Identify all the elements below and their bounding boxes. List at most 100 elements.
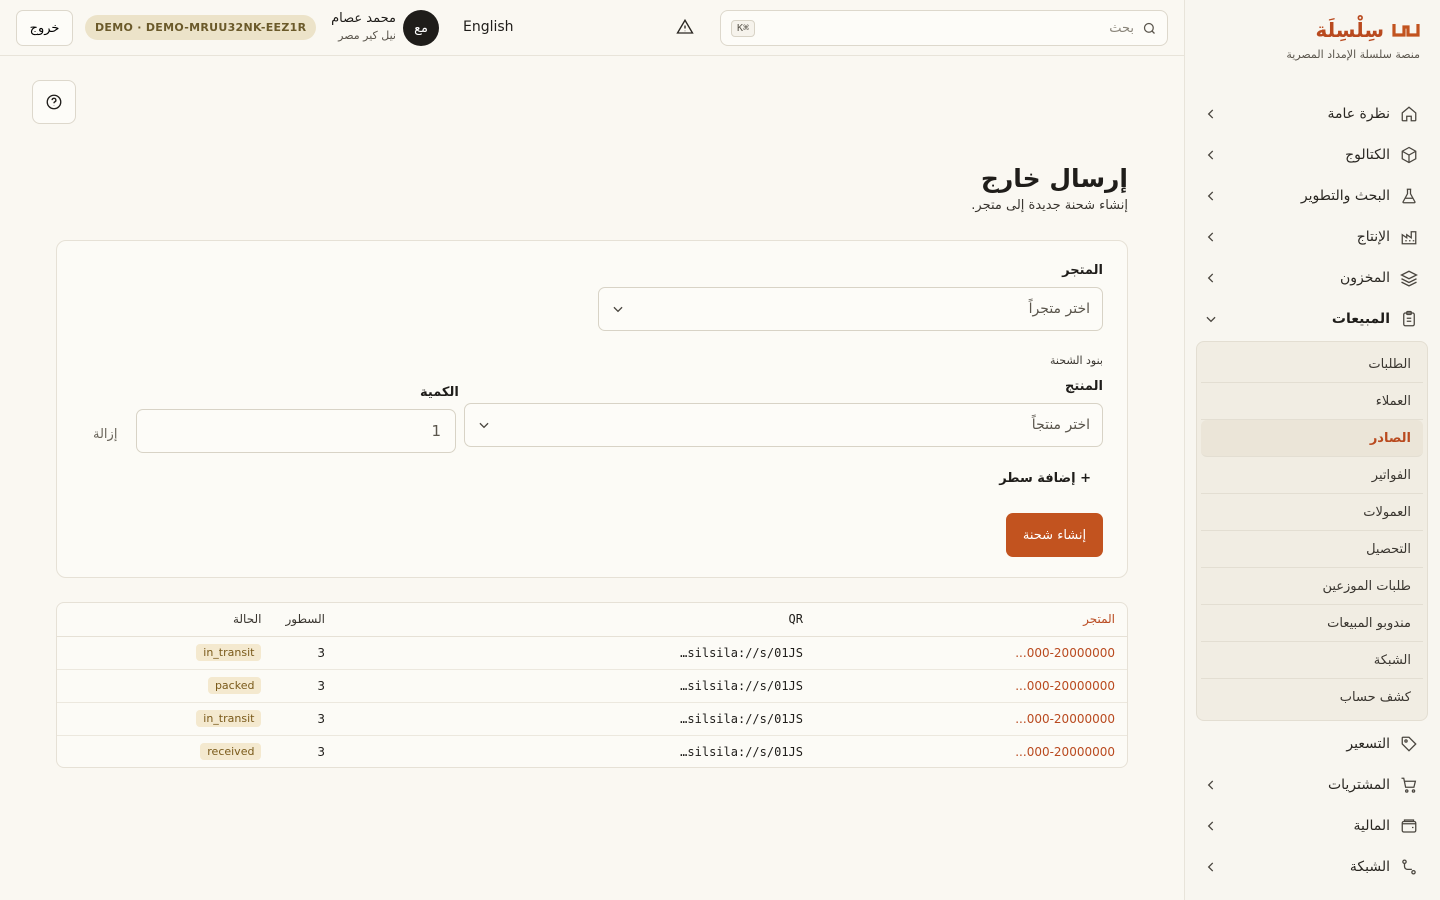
clipboard-icon — [1403, 310, 1415, 326]
brand-logo-icon — [1392, 24, 1420, 37]
user-org: نيل كير مصر — [338, 29, 396, 42]
warning-icon[interactable] — [676, 18, 694, 36]
chevron-down-icon — [613, 306, 623, 313]
cell-lines: 3 — [273, 669, 337, 703]
cell-qr: silsila://s/01JS… — [680, 744, 803, 759]
search-box[interactable]: بحث ⌘K — [720, 10, 1168, 46]
cell-store[interactable]: 000-20000000... — [815, 669, 1127, 703]
flask-icon — [1402, 188, 1416, 203]
sidebar-item-catalog[interactable]: الكتالوج — [1196, 134, 1428, 175]
sidebar-item-sales[interactable]: المبيعات — [1196, 298, 1428, 339]
sidebar-item-rnd[interactable]: البحث والتطوير — [1196, 175, 1428, 216]
table-row[interactable]: 000-20000000... silsila://s/01JS… 3 in_t… — [57, 636, 1127, 670]
chevron-left-icon — [1207, 272, 1214, 283]
store-label: المتجر — [1062, 263, 1103, 278]
status-badge: packed — [207, 677, 262, 694]
cell-status: in_transit — [57, 702, 274, 736]
create-shipment-button[interactable]: إنشاء شحنة — [1006, 513, 1103, 557]
sidebar-item-pricing[interactable]: التسعير — [1196, 723, 1428, 764]
product-select[interactable]: اختر منتجاً — [464, 403, 1103, 447]
network-icon — [1402, 858, 1416, 875]
cart-icon — [1401, 777, 1417, 793]
shipments-table: المتجر QR السطور الحالة 000-20000000... … — [56, 602, 1128, 768]
language-toggle[interactable]: English — [463, 19, 514, 35]
subnav-item-distributor-orders[interactable]: طلبات الموزعين — [1201, 568, 1423, 605]
topbar: بحث ⌘K English مع محمد عصام نيل كير مصر … — [0, 0, 1184, 56]
chevron-down-icon — [479, 422, 489, 429]
cell-lines: 3 — [273, 636, 337, 670]
box-icon — [1401, 146, 1417, 163]
table-row[interactable]: 000-20000000... silsila://s/01JS… 3 rece… — [57, 735, 1127, 767]
cell-status: in_transit — [57, 636, 274, 670]
sidebar-item-label: المخزون — [1339, 269, 1390, 286]
cell-status: packed — [57, 669, 274, 703]
cell-store[interactable]: 000-20000000... — [815, 702, 1127, 736]
quantity-input[interactable] — [136, 409, 456, 453]
subnav-item-collection[interactable]: التحصيل — [1201, 531, 1423, 568]
brand-subtitle: منصة سلسلة الإمداد المصرية — [1286, 48, 1420, 61]
status-badge: in_transit — [196, 710, 262, 727]
sidebar-item-label: الكتالوج — [1345, 146, 1390, 163]
cell-qr: silsila://s/01JS… — [337, 669, 815, 703]
store-select-placeholder: اختر متجراً — [1028, 301, 1090, 317]
sidebar-item-overview[interactable]: نظرة عامة — [1196, 93, 1428, 134]
subnav-item-sales-reps[interactable]: مندوبو المبيعات — [1201, 605, 1423, 642]
table-row[interactable]: 000-20000000... silsila://s/01JS… 3 pack… — [57, 669, 1127, 703]
sales-subnav: الطلبات العملاء الصادر الفواتير العمولات… — [1196, 341, 1428, 721]
avatar[interactable]: مع — [403, 10, 439, 46]
help-circle-icon — [46, 94, 62, 110]
add-line-button[interactable]: + إضافة سطر — [999, 471, 1091, 486]
cell-store[interactable]: 000-20000000... — [815, 636, 1127, 670]
chevron-left-icon — [1207, 108, 1214, 119]
factory-icon — [1401, 230, 1417, 244]
subnav-item-orders[interactable]: الطلبات — [1201, 346, 1423, 383]
column-header-lines: السطور — [273, 603, 337, 637]
demo-badge: DEMO · DEMO-MRUU32NK-EEZ1R — [85, 15, 317, 40]
column-header-store: المتجر — [815, 603, 1127, 637]
cell-qr: silsila://s/01JS… — [337, 636, 815, 670]
user-name: محمد عصام — [331, 11, 396, 26]
sidebar-item-label: الإنتاج — [1356, 228, 1390, 245]
table-row[interactable]: 000-20000000... silsila://s/01JS… 3 in_t… — [57, 702, 1127, 736]
user-info: محمد عصام نيل كير مصر — [324, 11, 396, 42]
subnav-item-commissions[interactable]: العمولات — [1201, 494, 1423, 531]
search-input[interactable]: بحث — [755, 21, 1134, 36]
sidebar-item-production[interactable]: الإنتاج — [1196, 216, 1428, 257]
sidebar-nav: نظرة عامة الكتالوج البحث والتطوير الإنتا… — [1196, 93, 1428, 887]
sidebar-item-label: البحث والتطوير — [1300, 187, 1390, 204]
chevron-left-icon — [1207, 231, 1214, 242]
sidebar-item-inventory[interactable]: المخزون — [1196, 257, 1428, 298]
cell-store[interactable]: 000-20000000... — [815, 735, 1127, 767]
layers-icon — [1400, 270, 1418, 287]
logout-button[interactable]: خروج — [16, 10, 73, 46]
column-header-status: الحالة — [57, 603, 274, 637]
table-header-row: المتجر QR السطور الحالة — [57, 603, 1127, 637]
sidebar-item-purchases[interactable]: المشتريات — [1196, 764, 1428, 805]
brand-name: سِلْسِلَة — [1315, 18, 1384, 42]
sidebar-item-label: المالية — [1353, 817, 1390, 834]
chevron-left-icon — [1207, 861, 1214, 872]
store-select[interactable]: اختر متجراً — [598, 287, 1103, 331]
sidebar-item-network[interactable]: الشبكة — [1196, 846, 1428, 887]
sidebar-item-label: المشتريات — [1327, 776, 1390, 793]
subnav-item-outbound[interactable]: الصادر — [1201, 420, 1423, 457]
wallet-icon — [1401, 818, 1417, 833]
shipment-form: المتجر اختر متجراً بنود الشحنة المنتج اخ… — [56, 240, 1128, 578]
tag-icon — [1401, 736, 1417, 752]
sidebar-item-finance[interactable]: المالية — [1196, 805, 1428, 846]
sidebar-item-label: الشبكة — [1349, 858, 1390, 875]
search-shortcut-badge: ⌘K — [731, 19, 756, 37]
help-button[interactable] — [32, 80, 76, 124]
subnav-item-customers[interactable]: العملاء — [1201, 383, 1423, 420]
remove-line-button[interactable]: إزالة — [93, 427, 117, 442]
product-label: المنتج — [1064, 379, 1103, 394]
subnav-item-network[interactable]: الشبكة — [1201, 642, 1423, 679]
page-subtitle: إنشاء شحنة جديدة إلى متجر. — [971, 198, 1128, 213]
cell-status: received — [57, 735, 273, 767]
status-badge: received — [200, 743, 262, 761]
search-icon — [1143, 22, 1155, 34]
subnav-item-statement[interactable]: كشف حساب — [1201, 679, 1423, 716]
cell-qr: silsila://s/01JS… — [337, 702, 815, 736]
brand[interactable]: سِلْسِلَة منصة سلسلة الإمداد المصرية — [1286, 18, 1420, 61]
subnav-item-invoices[interactable]: الفواتير — [1201, 457, 1423, 494]
